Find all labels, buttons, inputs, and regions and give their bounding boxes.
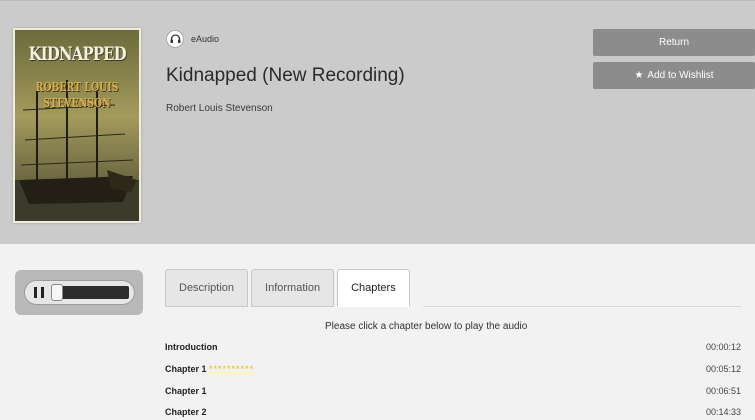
tab-chapters[interactable]: Chapters bbox=[337, 269, 410, 307]
chapter-duration: 00:05:12 bbox=[705, 364, 741, 374]
tab-bar: Description Information Chapters bbox=[165, 269, 413, 307]
chapter-name: Chapter 1 bbox=[165, 386, 207, 396]
chapter-row-chapter-2[interactable]: Chapter 2 00:14:33 bbox=[165, 407, 741, 420]
tab-description[interactable]: Description bbox=[165, 269, 249, 307]
audio-player bbox=[15, 270, 143, 315]
format-label: eAudio bbox=[191, 34, 220, 44]
cover-title: KIDNAPPED bbox=[28, 43, 127, 65]
chapter-row-chapter-1-b[interactable]: Chapter 1 00:06:51 bbox=[165, 386, 741, 402]
chapter-row-introduction[interactable]: Introduction 00:00:12 bbox=[165, 342, 741, 358]
chapter-duration: 00:06:51 bbox=[705, 386, 741, 396]
book-title: Kidnapped (New Recording) bbox=[166, 65, 405, 86]
star-icon: ★ bbox=[634, 70, 644, 81]
player-controls bbox=[24, 280, 135, 305]
tab-divider bbox=[423, 306, 741, 307]
chapter-row-chapter-1[interactable]: Chapter 1 ********** 00:05:12 bbox=[165, 364, 741, 380]
chapter-name: Chapter 2 bbox=[165, 407, 207, 417]
pause-icon[interactable] bbox=[34, 287, 44, 298]
chapter-duration: 00:14:33 bbox=[705, 407, 741, 417]
chapter-name: Chapter 1 ********** bbox=[165, 364, 255, 374]
cover-author-line-1: ROBERT LOUIS bbox=[35, 80, 119, 94]
add-to-wishlist-button[interactable]: ★ Add to Wishlist bbox=[593, 62, 755, 89]
book-author[interactable]: Robert Louis Stevenson bbox=[166, 103, 273, 114]
chapter-instruction: Please click a chapter below to play the… bbox=[325, 321, 528, 332]
return-button[interactable]: Return bbox=[593, 29, 755, 56]
chapter-name: Introduction bbox=[165, 342, 218, 352]
book-cover[interactable]: KIDNAPPED ROBERT LOUIS STEVENSON bbox=[13, 28, 141, 223]
book-header: KIDNAPPED ROBERT LOUIS STEVENSON eAudio … bbox=[0, 0, 755, 244]
format-indicator: eAudio bbox=[166, 29, 219, 49]
now-playing-marker: ********** bbox=[209, 364, 255, 374]
headphones-icon bbox=[166, 30, 184, 48]
cover-author-line-2: STEVENSON bbox=[43, 96, 111, 110]
add-to-wishlist-label: Add to Wishlist bbox=[647, 70, 714, 81]
progress-handle[interactable] bbox=[51, 284, 63, 301]
progress-slider[interactable] bbox=[51, 284, 129, 301]
chapter-duration: 00:00:12 bbox=[705, 342, 741, 352]
tab-information[interactable]: Information bbox=[251, 269, 335, 307]
return-button-label: Return bbox=[658, 37, 689, 48]
